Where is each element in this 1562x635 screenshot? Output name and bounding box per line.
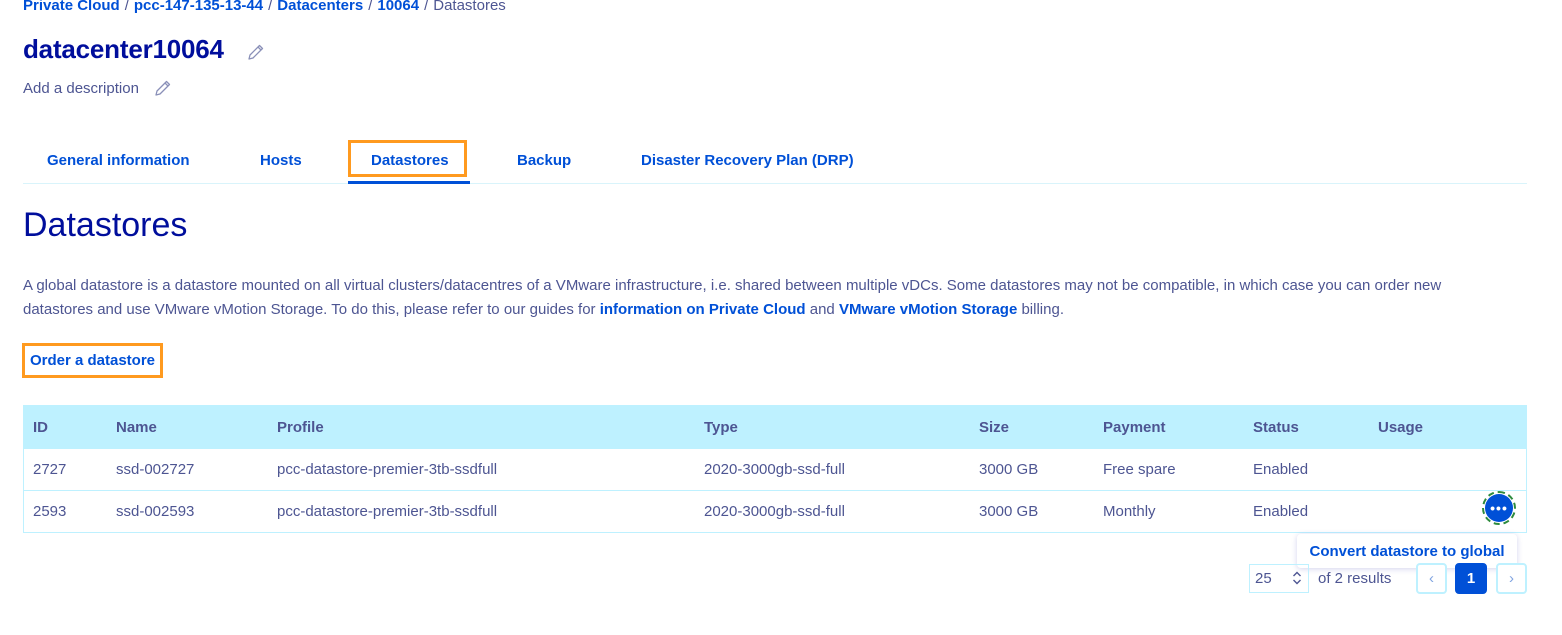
cell-id: 2593: [33, 503, 67, 520]
breadcrumb-separator: /: [424, 0, 429, 14]
tab-backup[interactable]: Backup: [517, 152, 571, 169]
column-header-type: Type: [704, 418, 738, 436]
cell-type: 2020-3000gb-ssd-full: [704, 461, 845, 478]
table-header: ID Name Profile Type Size Payment Status…: [24, 406, 1526, 448]
breadcrumb-datacenter-id[interactable]: 10064: [377, 0, 419, 14]
intro-text-part: and: [805, 301, 839, 318]
breadcrumb-separator: /: [124, 0, 129, 14]
datastores-table: ID Name Profile Type Size Payment Status…: [23, 405, 1527, 533]
order-datastore-button[interactable]: Order a datastore: [22, 343, 163, 378]
tab-drp[interactable]: Disaster Recovery Plan (DRP): [641, 152, 854, 169]
column-header-id: ID: [33, 418, 48, 436]
breadcrumb-separator: /: [368, 0, 373, 14]
cell-size: 3000 GB: [979, 503, 1039, 520]
column-header-profile: Profile: [277, 418, 324, 436]
cell-payment: Free spare: [1103, 461, 1176, 478]
table-row: 2593 ssd-002593 pcc-datastore-premier-3t…: [24, 490, 1526, 532]
column-header-size: Size: [979, 418, 1010, 436]
chevron-right-icon: ›: [1509, 570, 1514, 587]
chevron-left-icon: ‹: [1429, 570, 1434, 587]
column-header-name: Name: [116, 418, 157, 436]
section-title: Datastores: [23, 206, 188, 244]
tabs-divider: [23, 183, 1527, 184]
page-title: datacenter10064: [23, 34, 224, 64]
cell-profile: pcc-datastore-premier-3tb-ssdfull: [277, 461, 498, 478]
breadcrumb-pcc[interactable]: pcc-147-135-13-44: [134, 0, 263, 14]
link-private-cloud-info[interactable]: information on Private Cloud: [600, 301, 806, 318]
description-text: Add a description: [23, 80, 139, 97]
order-datastore-label: Order a datastore: [29, 352, 156, 369]
tab-hosts[interactable]: Hosts: [260, 152, 302, 169]
pencil-icon[interactable]: [246, 42, 266, 62]
pencil-icon[interactable]: [153, 78, 173, 98]
column-header-payment: Payment: [1103, 418, 1166, 436]
tab-highlight-box: [348, 140, 467, 177]
menu-item-convert-to-global[interactable]: Convert datastore to global: [1309, 543, 1504, 560]
column-header-usage: Usage: [1378, 418, 1424, 436]
cell-size: 3000 GB: [979, 461, 1039, 478]
page-size-value: 25: [1255, 570, 1272, 587]
page-button-current[interactable]: 1: [1455, 563, 1487, 594]
cell-id: 2727: [33, 461, 67, 478]
link-vmotion-storage[interactable]: VMware vMotion Storage: [839, 301, 1017, 318]
cell-payment: Monthly: [1103, 503, 1156, 520]
column-header-status: Status: [1253, 418, 1299, 436]
tab-general-information[interactable]: General information: [47, 152, 190, 169]
tab-active-indicator: [348, 181, 470, 184]
breadcrumb-separator: /: [268, 0, 273, 14]
previous-page-button[interactable]: ‹: [1416, 563, 1447, 594]
intro-text-part: billing.: [1017, 301, 1064, 318]
cell-profile: pcc-datastore-premier-3tb-ssdfull: [277, 503, 498, 520]
cell-name: ssd-002593: [116, 503, 195, 520]
cell-status: Enabled: [1253, 461, 1309, 478]
row-actions-button[interactable]: •••: [1482, 491, 1516, 525]
cell-status: Enabled: [1253, 503, 1309, 520]
table-row: 2727 ssd-002727 pcc-datastore-premier-3t…: [24, 448, 1526, 490]
breadcrumb-private-cloud[interactable]: Private Cloud: [23, 0, 120, 14]
ellipsis-icon: •••: [1485, 494, 1513, 522]
cell-name: ssd-002727: [116, 461, 195, 478]
breadcrumb-current: Datastores: [433, 0, 506, 14]
page-size-select[interactable]: 25: [1249, 564, 1309, 593]
next-page-button[interactable]: ›: [1496, 563, 1527, 594]
cell-type: 2020-3000gb-ssd-full: [704, 503, 845, 520]
breadcrumb: Private Cloud / pcc-147-135-13-44 / Datacent…: [23, 0, 506, 14]
chevron-updown-icon: [1293, 571, 1301, 585]
breadcrumb-datacenters[interactable]: Datacenters: [277, 0, 363, 14]
results-count: of 2 results: [1318, 570, 1392, 587]
intro-text: A global datastore is a datastore mounte…: [23, 274, 1503, 322]
